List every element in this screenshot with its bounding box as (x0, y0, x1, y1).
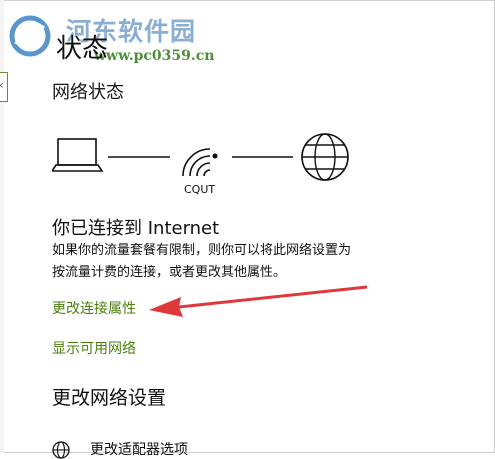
connection-status-description: 如果你的流量套餐有限制，则你可以将此网络设置为按流量计费的连接，或者更改其他属性… (52, 243, 352, 280)
laptop-icon (52, 138, 104, 172)
network-ssid-label: CQUT (184, 183, 216, 196)
watermark-logo (9, 15, 51, 57)
wifi-icon (182, 148, 218, 177)
change-connection-properties-link[interactable]: 更改连接属性 (52, 298, 136, 318)
globe-icon (52, 441, 70, 459)
show-available-networks-link[interactable]: 显示可用网络 (52, 338, 136, 358)
chevron-left-icon[interactable]: ‹ (0, 78, 4, 92)
change-adapter-options-label: 更改适配器选项 (90, 442, 188, 458)
page-title: 状态 (56, 34, 109, 64)
annotation-arrow (149, 285, 367, 317)
connection-status-heading: 你已连接到 Internet (52, 218, 220, 239)
left-nav-rail (0, 0, 4, 453)
section-title: 网络状态 (52, 82, 124, 103)
watermark-url: www.pc0359.cn (94, 48, 215, 64)
change-network-settings-heading: 更改网络设置 (52, 387, 167, 409)
globe-icon (301, 133, 349, 181)
